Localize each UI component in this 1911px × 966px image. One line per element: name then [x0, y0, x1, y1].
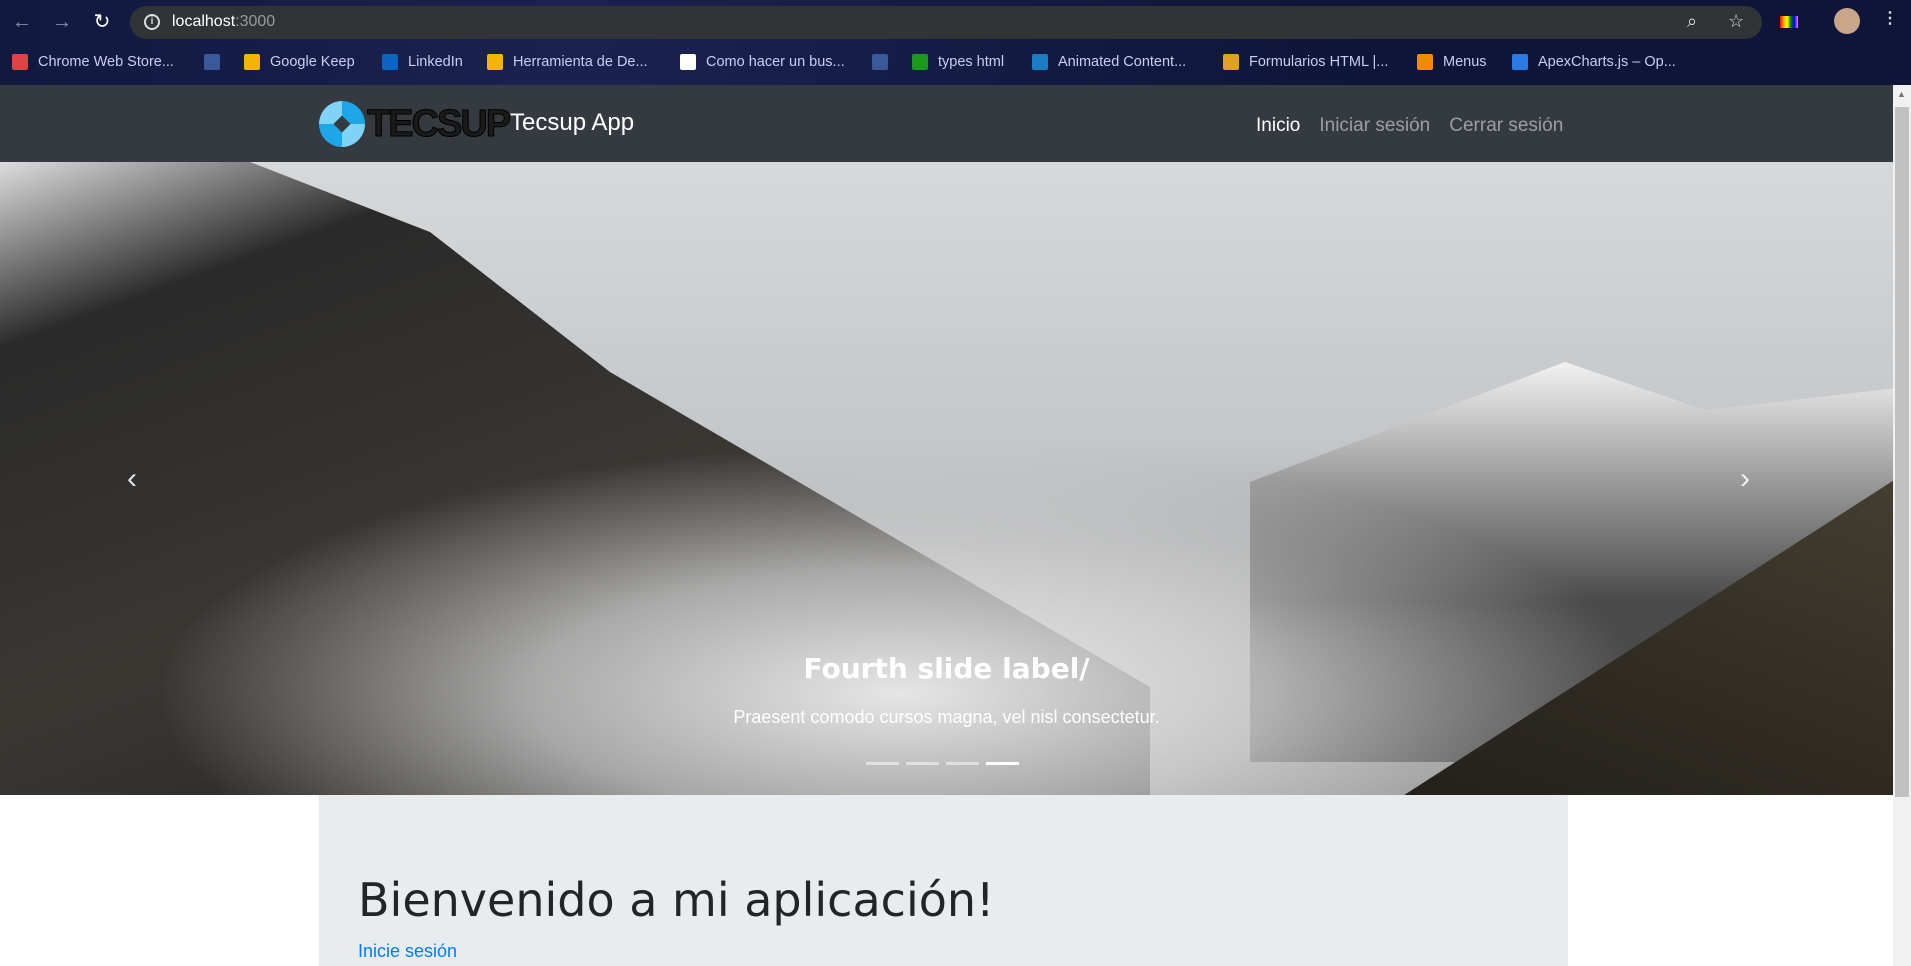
bookmark-item[interactable]: [872, 52, 898, 72]
bookmark-label: Formularios HTML |...: [1249, 54, 1389, 70]
scrollbar[interactable]: ▲: [1893, 85, 1911, 966]
carousel-indicators: [866, 762, 1019, 765]
bookmark-item[interactable]: types html: [912, 52, 1004, 72]
facebook-icon: [872, 54, 888, 70]
flame-icon: [1417, 54, 1433, 70]
indicator[interactable]: [906, 762, 939, 765]
bookmark-item[interactable]: Herramienta de De...: [487, 52, 648, 72]
forward-icon[interactable]: →: [50, 10, 74, 34]
indicator[interactable]: [946, 762, 979, 765]
carousel-next-icon[interactable]: ›: [1740, 462, 1750, 496]
bookmark-label: LinkedIn: [408, 54, 463, 70]
jumbotron: Bienvenido a mi aplicación! Inicie sesió…: [319, 795, 1568, 966]
menu-icon[interactable]: ⋮: [1882, 8, 1898, 28]
navbar: [0, 85, 1893, 162]
bookmark-item[interactable]: Chrome Web Store...: [12, 52, 174, 72]
indicator[interactable]: [866, 762, 899, 765]
logo-word: TECSUP: [366, 102, 511, 145]
scrollbar-thumb[interactable]: [1895, 107, 1909, 797]
bookmark-label: Animated Content...: [1058, 54, 1187, 70]
facebook-icon: [204, 54, 220, 70]
info-icon[interactable]: i: [144, 14, 160, 30]
extension-icon[interactable]: [1780, 16, 1798, 28]
globe-icon: [680, 54, 696, 70]
caption-title: Fourth slide label/: [803, 652, 1090, 685]
bookmark-label: ApexCharts.js – Op...: [1538, 54, 1676, 70]
tecsup-logo[interactable]: TECSUP: [319, 101, 512, 147]
form-icon: [1223, 54, 1239, 70]
nav-links: Inicio Iniciar sesión Cerrar sesión: [1256, 115, 1563, 137]
bookmark-item[interactable]: Como hacer un bus...: [680, 52, 845, 72]
carousel: ‹ › Fourth slide label/ Praesent comodo …: [0, 162, 1893, 795]
scroll-up-icon[interactable]: ▲: [1897, 89, 1906, 99]
logo-mark-icon: [319, 101, 365, 147]
bookmark-label: Chrome Web Store...: [38, 54, 174, 70]
linkedin-icon: [382, 54, 398, 70]
welcome-heading: Bienvenido a mi aplicación!: [358, 873, 995, 927]
bookmark-item[interactable]: [204, 52, 230, 72]
navbar-brand[interactable]: Tecsup App: [510, 109, 634, 137]
chrome-store-icon: [12, 54, 28, 70]
back-icon[interactable]: ←: [10, 10, 34, 34]
url-text[interactable]: localhost:3000: [172, 13, 275, 31]
address-bar[interactable]: i localhost:3000 ⌕ ☆: [130, 6, 1762, 39]
bookmark-item[interactable]: LinkedIn: [382, 52, 463, 72]
bookmark-label: Menus: [1443, 54, 1487, 70]
caption-text: Praesent comodo cursos magna, vel nisl c…: [733, 707, 1160, 727]
indicator-active[interactable]: [986, 762, 1019, 765]
bookmark-label: Herramienta de De...: [513, 54, 648, 70]
zoom-icon[interactable]: ⌕: [1687, 11, 1697, 32]
bookmark-label: Google Keep: [270, 54, 355, 70]
bookmark-item[interactable]: Google Keep: [244, 52, 355, 72]
drop-icon: [1032, 54, 1048, 70]
checkmark-icon: [912, 54, 928, 70]
bookmark-label: Como hacer un bus...: [706, 54, 845, 70]
carousel-prev-icon[interactable]: ‹: [127, 462, 137, 496]
google-keep-icon: [244, 54, 260, 70]
login-link[interactable]: Inicie sesión: [358, 941, 457, 962]
browser-chrome: ← → ↻ i localhost:3000 ⌕ ☆ ⋮ Chrome Web …: [0, 0, 1911, 85]
nav-inicio[interactable]: Inicio: [1256, 115, 1300, 137]
cloud-image: [150, 442, 1650, 795]
reload-icon[interactable]: ↻: [90, 10, 114, 34]
bookmark-item[interactable]: Animated Content...: [1032, 52, 1186, 72]
nav-cerrar-sesion[interactable]: Cerrar sesión: [1449, 115, 1563, 137]
bookmark-item[interactable]: ApexCharts.js – Op...: [1512, 52, 1676, 72]
apexcharts-icon: [1512, 54, 1528, 70]
devtools-icon: [487, 54, 503, 70]
bookmark-item[interactable]: Menus: [1417, 52, 1487, 72]
nav-iniciar-sesion[interactable]: Iniciar sesión: [1319, 115, 1430, 137]
avatar[interactable]: [1834, 8, 1860, 34]
star-icon[interactable]: ☆: [1728, 11, 1744, 32]
bookmark-label: types html: [938, 54, 1005, 70]
bookmark-item[interactable]: Formularios HTML |...: [1223, 52, 1388, 72]
